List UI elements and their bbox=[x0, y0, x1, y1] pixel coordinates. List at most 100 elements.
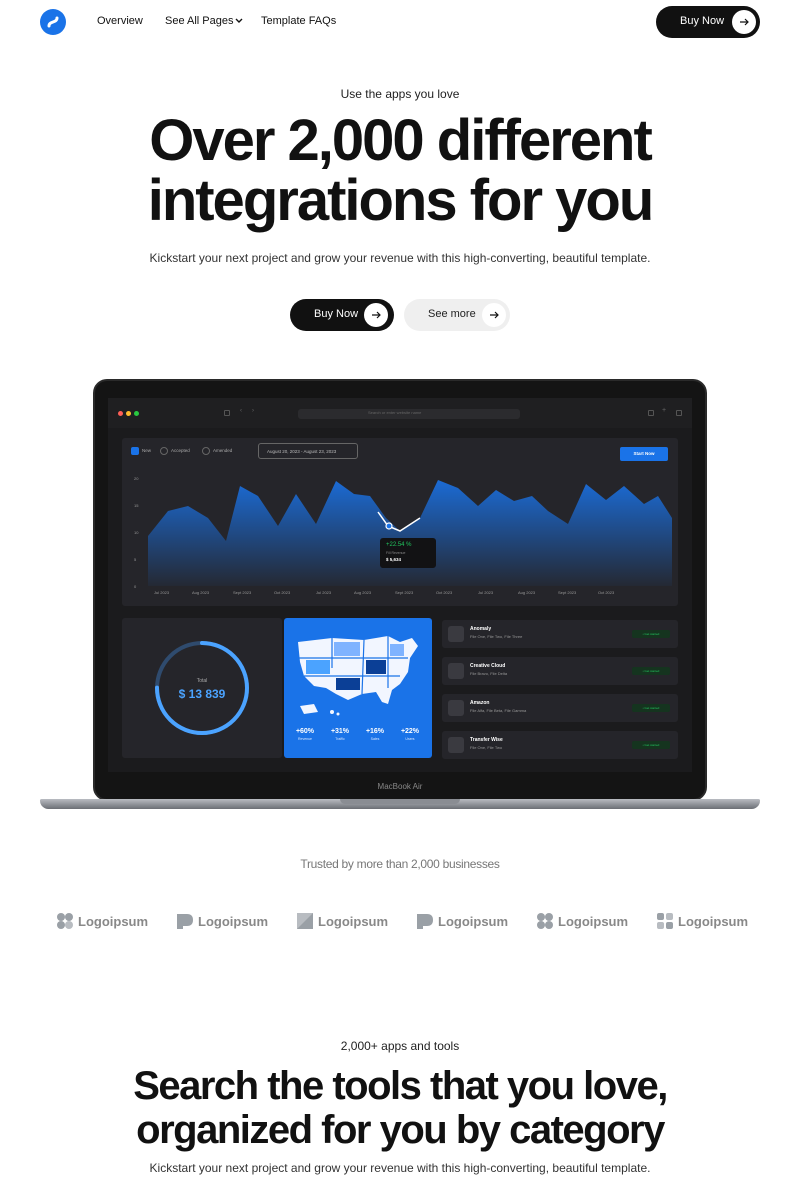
date-range-picker[interactable]: August 20, 2023 - August 23, 2023 bbox=[258, 443, 358, 459]
top-nav: Overview See All Pages Template FAQs Buy… bbox=[0, 0, 800, 44]
revenue-area-chart bbox=[148, 480, 672, 586]
partner-logo-name: Logoipsum bbox=[198, 914, 269, 929]
close-dot-icon[interactable] bbox=[118, 411, 123, 416]
stat-value: +22% bbox=[400, 728, 420, 735]
tooltip-amount: $ 5,634 bbox=[386, 557, 402, 562]
x-tick: Jul 2023 bbox=[316, 590, 332, 595]
sidebar-icon[interactable] bbox=[224, 410, 230, 416]
status-badge[interactable]: • Get started bbox=[632, 667, 670, 675]
stat-users: +22% Users bbox=[395, 728, 425, 741]
us-map-panel: +60% Revenue +31% Traffic +16% Sales +22… bbox=[284, 618, 432, 758]
app-files: File One, File Two bbox=[470, 745, 503, 750]
chart-tooltip: +22.54 % Fill Revenue $ 5,634 bbox=[380, 538, 436, 568]
app-list-item[interactable]: Amazon File Alfa, File Beta, File Gamma … bbox=[442, 694, 678, 722]
total-donut-panel: Total $ 13 839 bbox=[122, 618, 282, 758]
section2-eyebrow: 2,000+ apps and tools bbox=[340, 1039, 460, 1053]
date-range-text: August 20, 2023 - August 23, 2023 bbox=[267, 449, 337, 454]
status-badge-label: • Get started bbox=[642, 632, 660, 636]
hero-subtitle: Kickstart your next project and grow you… bbox=[149, 251, 651, 265]
stat-traffic: +31% Traffic bbox=[325, 728, 355, 741]
start-now-label: Start Now bbox=[633, 451, 655, 456]
hero-see-more-button[interactable]: See more bbox=[404, 299, 510, 331]
section2-title-line1: Search the tools that you love, bbox=[133, 1064, 668, 1108]
arrow-right-icon bbox=[482, 303, 506, 327]
laptop-model-label: MacBook Air bbox=[377, 782, 423, 791]
stat-label: Users bbox=[405, 737, 415, 741]
x-tick: Sept 2023 bbox=[395, 590, 414, 595]
tooltip-percent: +22.54 % bbox=[386, 542, 412, 548]
app-list-item[interactable]: Creative Cloud File Bravo, File Delta • … bbox=[442, 657, 678, 685]
filter-amended-radio[interactable] bbox=[202, 447, 210, 455]
arrow-right-icon bbox=[732, 10, 756, 34]
status-badge[interactable]: • Get started bbox=[632, 630, 670, 638]
x-tick: Aug 2023 bbox=[354, 590, 372, 595]
start-now-button[interactable]: Start Now bbox=[620, 447, 668, 461]
section2-title-line2: organized for you by category bbox=[136, 1108, 665, 1152]
tabs-icon[interactable] bbox=[676, 410, 682, 416]
x-tick: Oct 2023 bbox=[598, 590, 615, 595]
share-icon[interactable] bbox=[648, 410, 654, 416]
partner-logo-name: Logoipsum bbox=[558, 914, 629, 929]
status-badge-label: • Get started bbox=[642, 669, 660, 673]
app-list-item[interactable]: Anomaly File One, File Two, File Three •… bbox=[442, 620, 678, 648]
stat-value: +16% bbox=[365, 728, 385, 735]
laptop-notch bbox=[340, 799, 460, 804]
hero-title-line1: Over 2,000 different bbox=[149, 108, 653, 173]
revenue-chart-panel: New Accepted Amended August 20, 2023 - A… bbox=[122, 438, 678, 606]
donut-total-value: $ 13 839 bbox=[178, 687, 226, 701]
hero-buy-now-button[interactable]: Buy Now bbox=[290, 299, 394, 331]
nav-template-faqs-link[interactable]: Template FAQs bbox=[261, 15, 336, 27]
brand-logo-icon[interactable] bbox=[40, 9, 66, 35]
us-map-icon bbox=[298, 636, 418, 716]
status-badge[interactable]: • Get started bbox=[632, 704, 670, 712]
amazon-app-icon bbox=[448, 700, 464, 716]
new-tab-icon[interactable]: + bbox=[662, 407, 668, 414]
app-name: Creative Cloud bbox=[470, 663, 506, 669]
logoipsum-icon bbox=[177, 914, 193, 929]
x-tick: Jul 2023 bbox=[478, 590, 494, 595]
stat-label: Sales bbox=[370, 737, 380, 741]
partner-logo-name: Logoipsum bbox=[318, 914, 389, 929]
stat-value: +60% bbox=[295, 728, 315, 735]
nav-buy-now-label: Buy Now bbox=[680, 15, 725, 27]
address-bar[interactable]: Search or enter website name bbox=[298, 409, 520, 419]
browser-toolbar: ‹ › Search or enter website name + bbox=[108, 398, 692, 428]
hero-see-more-label: See more bbox=[428, 308, 476, 320]
app-files: File Alfa, File Beta, File Gamma bbox=[470, 708, 527, 713]
address-bar-placeholder: Search or enter website name bbox=[368, 410, 422, 415]
forward-icon[interactable]: › bbox=[252, 408, 258, 414]
app-files: File One, File Two, File Three bbox=[470, 634, 523, 639]
filter-accepted-radio[interactable] bbox=[160, 447, 168, 455]
back-icon[interactable]: ‹ bbox=[240, 408, 246, 414]
filter-new-checkbox[interactable] bbox=[131, 447, 139, 455]
nav-overview-link[interactable]: Overview bbox=[97, 15, 143, 27]
y-tick: 10 bbox=[134, 530, 139, 535]
x-tick: Sept 2023 bbox=[233, 590, 252, 595]
x-tick: Jul 2023 bbox=[154, 590, 170, 595]
nav-buy-now-button[interactable]: Buy Now bbox=[656, 6, 760, 38]
y-tick: 0 bbox=[134, 584, 137, 589]
x-tick: Oct 2023 bbox=[274, 590, 291, 595]
partner-logo-name: Logoipsum bbox=[438, 914, 509, 929]
maximize-dot-icon[interactable] bbox=[134, 411, 139, 416]
x-tick: Aug 2023 bbox=[192, 590, 210, 595]
stat-sales: +16% Sales bbox=[360, 728, 390, 741]
trusted-by-text: Trusted by more than 2,000 businesses bbox=[300, 857, 500, 871]
app-files: File Bravo, File Delta bbox=[470, 671, 508, 676]
partner-logo-name: Logoipsum bbox=[78, 914, 149, 929]
app-name: Transfer Wise bbox=[470, 737, 503, 743]
app-name: Amazon bbox=[470, 700, 490, 706]
app-list-item[interactable]: Transfer Wise File One, File Two • Get s… bbox=[442, 731, 678, 759]
stat-label: Revenue bbox=[297, 737, 312, 741]
chevron-down-icon[interactable] bbox=[234, 15, 244, 27]
tooltip-label: Fill Revenue bbox=[386, 551, 406, 555]
minimize-dot-icon[interactable] bbox=[126, 411, 131, 416]
stat-label: Traffic bbox=[335, 737, 345, 741]
status-badge[interactable]: • Get started bbox=[632, 741, 670, 749]
filter-accepted-label: Accepted bbox=[171, 448, 190, 453]
partner-logo-name: Logoipsum bbox=[678, 914, 749, 929]
nav-see-all-pages-link[interactable]: See All Pages bbox=[165, 15, 234, 27]
donut-total-label: Total bbox=[196, 678, 208, 684]
y-tick: 20 bbox=[134, 476, 139, 481]
transfer-wise-app-icon bbox=[448, 737, 464, 753]
